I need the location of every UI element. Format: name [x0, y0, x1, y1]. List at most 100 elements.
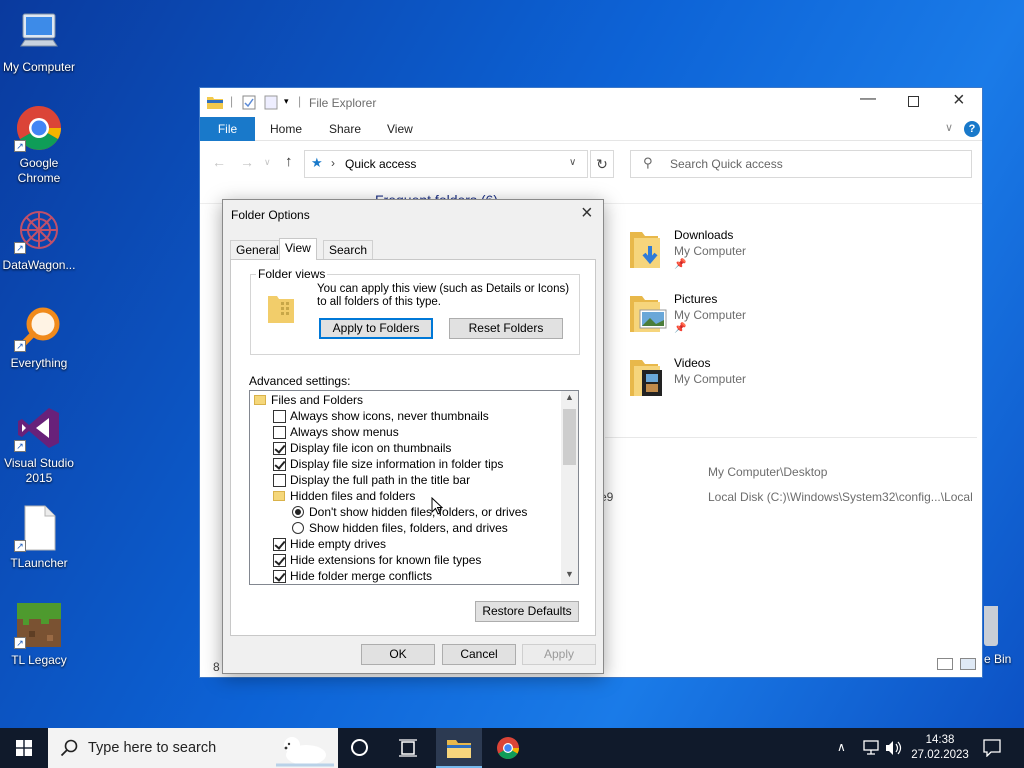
- search-box[interactable]: ⚲ Search Quick access: [630, 150, 972, 178]
- checkbox[interactable]: [273, 426, 286, 439]
- list-item[interactable]: Hide empty drives: [273, 536, 386, 552]
- minimize-button[interactable]: —: [860, 90, 876, 108]
- desktop-icon-label: My Computer: [2, 60, 76, 74]
- tab-search[interactable]: Search: [323, 240, 374, 259]
- list-item[interactable]: Hide extensions for known file types: [273, 552, 481, 568]
- radio[interactable]: [292, 522, 304, 534]
- recent-dropdown-icon[interactable]: ∨: [264, 157, 271, 168]
- list-item[interactable]: Hide folder merge conflicts: [273, 568, 432, 584]
- ok-button[interactable]: OK: [361, 644, 435, 665]
- taskbar-file-explorer[interactable]: [436, 728, 482, 768]
- desktop-icon-tl-legacy[interactable]: ↗ TL Legacy: [0, 601, 78, 668]
- forward-arrow-icon[interactable]: →: [240, 154, 254, 170]
- desktop-icon-label: TL Legacy: [11, 653, 67, 667]
- chrome-taskbar-icon[interactable]: [496, 736, 520, 760]
- refresh-button[interactable]: ↻: [590, 150, 614, 178]
- large-icons-view-icon[interactable]: [960, 658, 976, 670]
- folder-videos[interactable]: Videos My Computer: [628, 356, 928, 406]
- pictures-folder-icon: [630, 296, 667, 332]
- recent-path: Local Disk (C:)\Windows\System32\config.…: [708, 490, 973, 504]
- reset-folders-button[interactable]: Reset Folders: [449, 318, 563, 339]
- tab-file[interactable]: File: [200, 117, 255, 141]
- window-title: File Explorer: [309, 96, 377, 110]
- restore-defaults-button[interactable]: Restore Defaults: [475, 601, 579, 622]
- checkbox-checked[interactable]: [273, 570, 286, 583]
- checkbox-checked[interactable]: [273, 458, 286, 471]
- back-arrow-icon[interactable]: ←: [212, 154, 226, 170]
- desktop-icon-visual-studio[interactable]: ↗ Visual Studio 2015: [0, 404, 78, 486]
- help-icon[interactable]: ?: [964, 121, 980, 137]
- tab-home[interactable]: Home: [270, 117, 302, 141]
- explorer-titlebar[interactable]: | ▾ | File Explorer — ×: [200, 88, 982, 117]
- new-folder-icon[interactable]: [264, 95, 278, 113]
- maximize-button[interactable]: [908, 96, 919, 107]
- folder-options-dialog[interactable]: Folder Options × General View Search Fol…: [222, 199, 604, 674]
- quick-access-dropdown-icon[interactable]: ▾: [284, 96, 289, 107]
- desktop-icon-label: Google Chrome: [17, 156, 61, 185]
- checkbox-checked[interactable]: [273, 442, 286, 455]
- apply-button[interactable]: Apply: [522, 644, 596, 665]
- checkbox[interactable]: [273, 410, 286, 423]
- taskbar-search-box[interactable]: Type here to search: [48, 728, 338, 768]
- view-tab-panel: Folder views You can apply this view (su…: [230, 259, 596, 636]
- apply-to-folders-button[interactable]: Apply to Folders: [319, 318, 433, 339]
- scrollbar[interactable]: ▲ ▼: [561, 391, 578, 584]
- checkbox-checked[interactable]: [273, 538, 286, 551]
- clock-time: 14:38: [925, 734, 955, 746]
- properties-icon[interactable]: [242, 95, 256, 113]
- search-icon: ⚲: [643, 155, 653, 170]
- list-item[interactable]: Show hidden files, folders, and drives: [292, 520, 508, 536]
- checkbox-checked[interactable]: [273, 554, 286, 567]
- list-item[interactable]: Display file size information in folder …: [273, 456, 503, 472]
- cancel-button[interactable]: Cancel: [442, 644, 516, 665]
- scrollbar-thumb[interactable]: [563, 409, 576, 465]
- desktop-icon-everything[interactable]: ↗ Everything: [0, 304, 78, 371]
- windows-start-icon[interactable]: [16, 740, 32, 756]
- details-view-icon[interactable]: [937, 658, 953, 670]
- desktop-icon-google-chrome[interactable]: ↗ Google Chrome: [0, 104, 78, 186]
- list-item[interactable]: Display file icon on thumbnails: [273, 440, 451, 456]
- desktop-icon-tlauncher[interactable]: ↗ TLauncher: [0, 504, 78, 571]
- folder-location: My Computer: [674, 308, 747, 322]
- list-item[interactable]: Display the full path in the title bar: [273, 472, 470, 488]
- volume-icon[interactable]: [885, 740, 903, 756]
- folder-downloads[interactable]: Downloads My Computer 📌: [628, 228, 928, 278]
- shortcut-arrow-icon: ↗: [14, 242, 26, 254]
- list-item[interactable]: Don't show hidden files, folders, or dri…: [292, 504, 527, 520]
- mouse-cursor-icon: [431, 497, 443, 515]
- desktop-icon-label: Everything: [10, 356, 68, 370]
- folder-pictures[interactable]: Pictures My Computer 📌: [628, 292, 928, 342]
- network-icon[interactable]: [862, 740, 880, 756]
- close-button[interactable]: ×: [953, 89, 965, 112]
- folder-name: Videos: [674, 356, 711, 370]
- tab-share[interactable]: Share: [329, 117, 361, 141]
- address-dropdown-icon[interactable]: ∨: [569, 157, 576, 168]
- radio-selected[interactable]: [292, 506, 304, 518]
- tab-view[interactable]: View: [279, 238, 317, 260]
- up-arrow-icon[interactable]: ↑: [285, 153, 293, 170]
- dialog-close-button[interactable]: ×: [581, 202, 593, 225]
- desktop-icon-datawagon[interactable]: ↗ DataWagon...: [0, 206, 78, 273]
- shortcut-arrow-icon: ↗: [14, 340, 26, 352]
- notifications-icon[interactable]: [983, 739, 1001, 757]
- address-bar[interactable]: ★ › Quick access ∨: [304, 150, 588, 178]
- tab-view[interactable]: View: [387, 117, 413, 141]
- list-item[interactable]: Always show icons, never thumbnails: [273, 408, 489, 424]
- clock[interactable]: 14:38 27.02.2023: [910, 733, 970, 768]
- scroll-up-icon[interactable]: ▲: [565, 392, 574, 402]
- cortana-icon[interactable]: [351, 739, 368, 756]
- recycle-bin-icon[interactable]: [984, 606, 998, 646]
- desktop-icon-my-computer[interactable]: My Computer: [0, 8, 78, 75]
- task-view-icon[interactable]: [399, 739, 417, 757]
- search-icon: [60, 739, 78, 757]
- tab-general[interactable]: General: [230, 240, 285, 259]
- advanced-settings-list[interactable]: Files and Folders Always show icons, nev…: [249, 390, 579, 585]
- polar-bear-icon: [276, 737, 334, 767]
- list-item: Files and Folders: [254, 392, 363, 408]
- show-hidden-icons-chevron-icon[interactable]: ∧: [837, 740, 846, 768]
- address-row: ← → ∨ ↑ ★ › Quick access ∨ ↻ ⚲ Search Qu…: [200, 141, 982, 187]
- scroll-down-icon[interactable]: ▼: [565, 569, 574, 579]
- list-item[interactable]: Always show menus: [273, 424, 399, 440]
- checkbox[interactable]: [273, 474, 286, 487]
- ribbon-expand-icon[interactable]: ∨: [945, 121, 953, 134]
